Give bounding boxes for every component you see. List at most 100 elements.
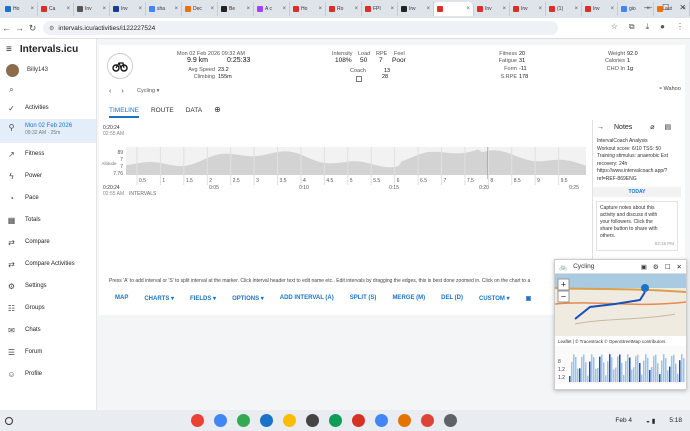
sidebar-item-totals[interactable]: ▦ Totals <box>0 209 96 231</box>
close-window-icon[interactable]: ✕ <box>679 3 686 12</box>
forward-icon[interactable]: → <box>13 23 26 33</box>
shelf-app-icon[interactable] <box>283 414 296 427</box>
sidebar-item-chats[interactable]: ✉ Chats <box>0 319 96 341</box>
close-tab-icon[interactable]: × <box>174 6 178 12</box>
close-tab-icon[interactable]: × <box>66 6 70 12</box>
shelf-app-icon[interactable] <box>306 414 319 427</box>
close-tab-icon[interactable]: × <box>502 6 506 12</box>
reload-icon[interactable]: ↻ <box>26 23 39 34</box>
close-tab-icon[interactable]: × <box>574 6 578 12</box>
camera-icon[interactable]: ▣ <box>641 263 647 271</box>
browser-tab[interactable]: Ro × <box>326 2 362 16</box>
expand-icon[interactable]: ☐ <box>665 263 671 271</box>
attach-icon[interactable]: ⌀ <box>650 123 654 131</box>
shelf-app-icon[interactable] <box>444 414 457 427</box>
close-tab-icon[interactable]: × <box>538 6 542 12</box>
action-fields-button[interactable]: FIELDS ▾ <box>190 295 216 302</box>
close-tab-icon[interactable]: × <box>102 6 106 12</box>
sidebar-item-compare-activities[interactable]: ⇄ Compare Activities <box>0 253 96 275</box>
action-custom-button[interactable]: CUSTOM ▾ <box>479 295 510 302</box>
close-tab-icon[interactable]: × <box>610 6 614 12</box>
altitude-chart[interactable]: 0:20:2402:55 AM89777.76Altitude0.5 1 1.5 2 2… <box>99 123 589 209</box>
action-del-d--button[interactable]: DEL (D) <box>441 295 463 302</box>
shelf-app-icon[interactable] <box>375 414 388 427</box>
note-input[interactable]: Capture notes about this activity and dis… <box>596 201 678 251</box>
shelf-app-icon[interactable] <box>260 414 273 427</box>
close-tab-icon[interactable]: × <box>246 6 250 12</box>
launcher-icon[interactable] <box>5 416 13 425</box>
browser-tab[interactable]: Inv × <box>74 2 110 16</box>
browser-tab[interactable]: Ca × <box>38 2 74 16</box>
shelf-app-icon[interactable] <box>352 414 365 427</box>
browser-tab[interactable]: Ho × <box>290 2 326 16</box>
url-field[interactable]: ⚙ intervals.icu/activities/i122227524 <box>43 21 558 35</box>
sidebar-item-forum[interactable]: ☰ Forum <box>0 341 96 363</box>
cho-value[interactable]: 1g <box>627 66 633 72</box>
browser-tab[interactable]: × <box>434 2 474 16</box>
route-map[interactable]: + − <box>554 274 687 336</box>
browser-tab[interactable]: (1) × <box>546 2 582 16</box>
user-row[interactable]: Billy143 <box>0 59 96 81</box>
close-tab-icon[interactable]: × <box>426 6 430 12</box>
minimize-icon[interactable]: — <box>644 3 652 12</box>
close-tab-icon[interactable]: × <box>282 6 286 12</box>
close-tab-icon[interactable]: × <box>30 6 34 12</box>
browser-tab[interactable]: Inv × <box>398 2 434 16</box>
rpe-value[interactable]: 7 <box>379 57 383 64</box>
shelf-app-icon[interactable] <box>214 414 227 427</box>
sidebar-item-groups[interactable]: ☷ Groups <box>0 297 96 319</box>
tab-timeline[interactable]: TIMELINE <box>109 107 139 118</box>
sidebar-item-pace[interactable]: ◔ Pace <box>0 187 96 209</box>
calories-value[interactable]: 1 <box>627 58 630 64</box>
action-charts-button[interactable]: CHARTS ▾ <box>144 295 174 302</box>
action-options-button[interactable]: OPTIONS ▾ <box>232 295 264 302</box>
tab-data[interactable]: DATA <box>186 107 202 118</box>
browser-tab[interactable]: Be × <box>218 2 254 16</box>
browser-tab[interactable]: Inv × <box>474 2 510 16</box>
browser-tab[interactable]: Ho × <box>2 2 38 16</box>
screenshot-icon[interactable]: ▣ <box>526 295 532 302</box>
load-value[interactable]: 50 <box>360 57 367 64</box>
sidebar-item-power[interactable]: ϟ Power <box>0 165 96 187</box>
coach-checkbox[interactable] <box>356 76 362 82</box>
close-tab-icon[interactable]: × <box>210 6 214 12</box>
menu-icon[interactable]: ⋮ <box>676 22 684 32</box>
collapse-arrow-icon[interactable]: → <box>597 124 604 131</box>
site-info-icon[interactable]: ⚙ <box>49 25 54 32</box>
sidebar-item-compare[interactable]: ⇄ Compare <box>0 231 96 253</box>
shelf-app-icon[interactable] <box>329 414 342 427</box>
next-activity-icon[interactable]: › <box>121 88 123 95</box>
close-tab-icon[interactable]: × <box>318 6 322 12</box>
maximize-icon[interactable]: ☐ <box>662 3 669 12</box>
note-list-icon[interactable]: ▤ <box>665 123 672 131</box>
close-tab-icon[interactable]: × <box>354 6 358 12</box>
shelf-time[interactable]: 5:18 <box>669 417 682 424</box>
shelf-app-icon[interactable] <box>421 414 434 427</box>
close-tab-icon[interactable]: × <box>466 6 470 12</box>
action-split-s--button[interactable]: SPLIT (S) <box>350 295 377 302</box>
close-tab-icon[interactable]: × <box>138 6 142 12</box>
sidebar-item-mon-02-feb-2026[interactable]: ⚲ Mon 02 Feb 2026 09:32 AM · 25m <box>0 119 96 143</box>
browser-tab[interactable]: sha × <box>146 2 182 16</box>
back-icon[interactable]: ← <box>0 23 13 33</box>
action-merge-m--button[interactable]: MERGE (M) <box>392 295 425 302</box>
browser-tab[interactable]: FPI × <box>362 2 398 16</box>
browser-tab[interactable]: Inv × <box>110 2 146 16</box>
action-map-button[interactable]: MAP <box>115 295 128 302</box>
action-add-interval-a--button[interactable]: ADD INTERVAL (A) <box>280 295 334 302</box>
sidebar-item-fitness[interactable]: ↗ Fitness <box>0 143 96 165</box>
shelf-app-icon[interactable] <box>237 414 250 427</box>
prev-activity-icon[interactable]: ‹ <box>109 88 111 95</box>
hamburger-icon[interactable]: ≡ <box>6 44 12 55</box>
sidebar-item-settings[interactable]: ⚙ Settings <box>0 275 96 297</box>
add-tab-icon[interactable]: ⊕ <box>214 106 221 118</box>
settings-icon[interactable]: ⚙ <box>653 263 659 271</box>
sidebar-search[interactable]: ⌕ <box>0 81 96 97</box>
browser-tab[interactable]: Inv × <box>582 2 618 16</box>
sidebar-item-activities[interactable]: ✓ Activities <box>0 97 96 119</box>
feel-value[interactable]: Poor <box>392 57 406 64</box>
close-tab-icon[interactable]: × <box>390 6 394 12</box>
close-map-icon[interactable]: ✕ <box>677 263 682 271</box>
sidebar-item-profile[interactable]: ☺ Profile <box>0 363 96 385</box>
bookmark-star-icon[interactable]: ☆ <box>611 22 618 32</box>
